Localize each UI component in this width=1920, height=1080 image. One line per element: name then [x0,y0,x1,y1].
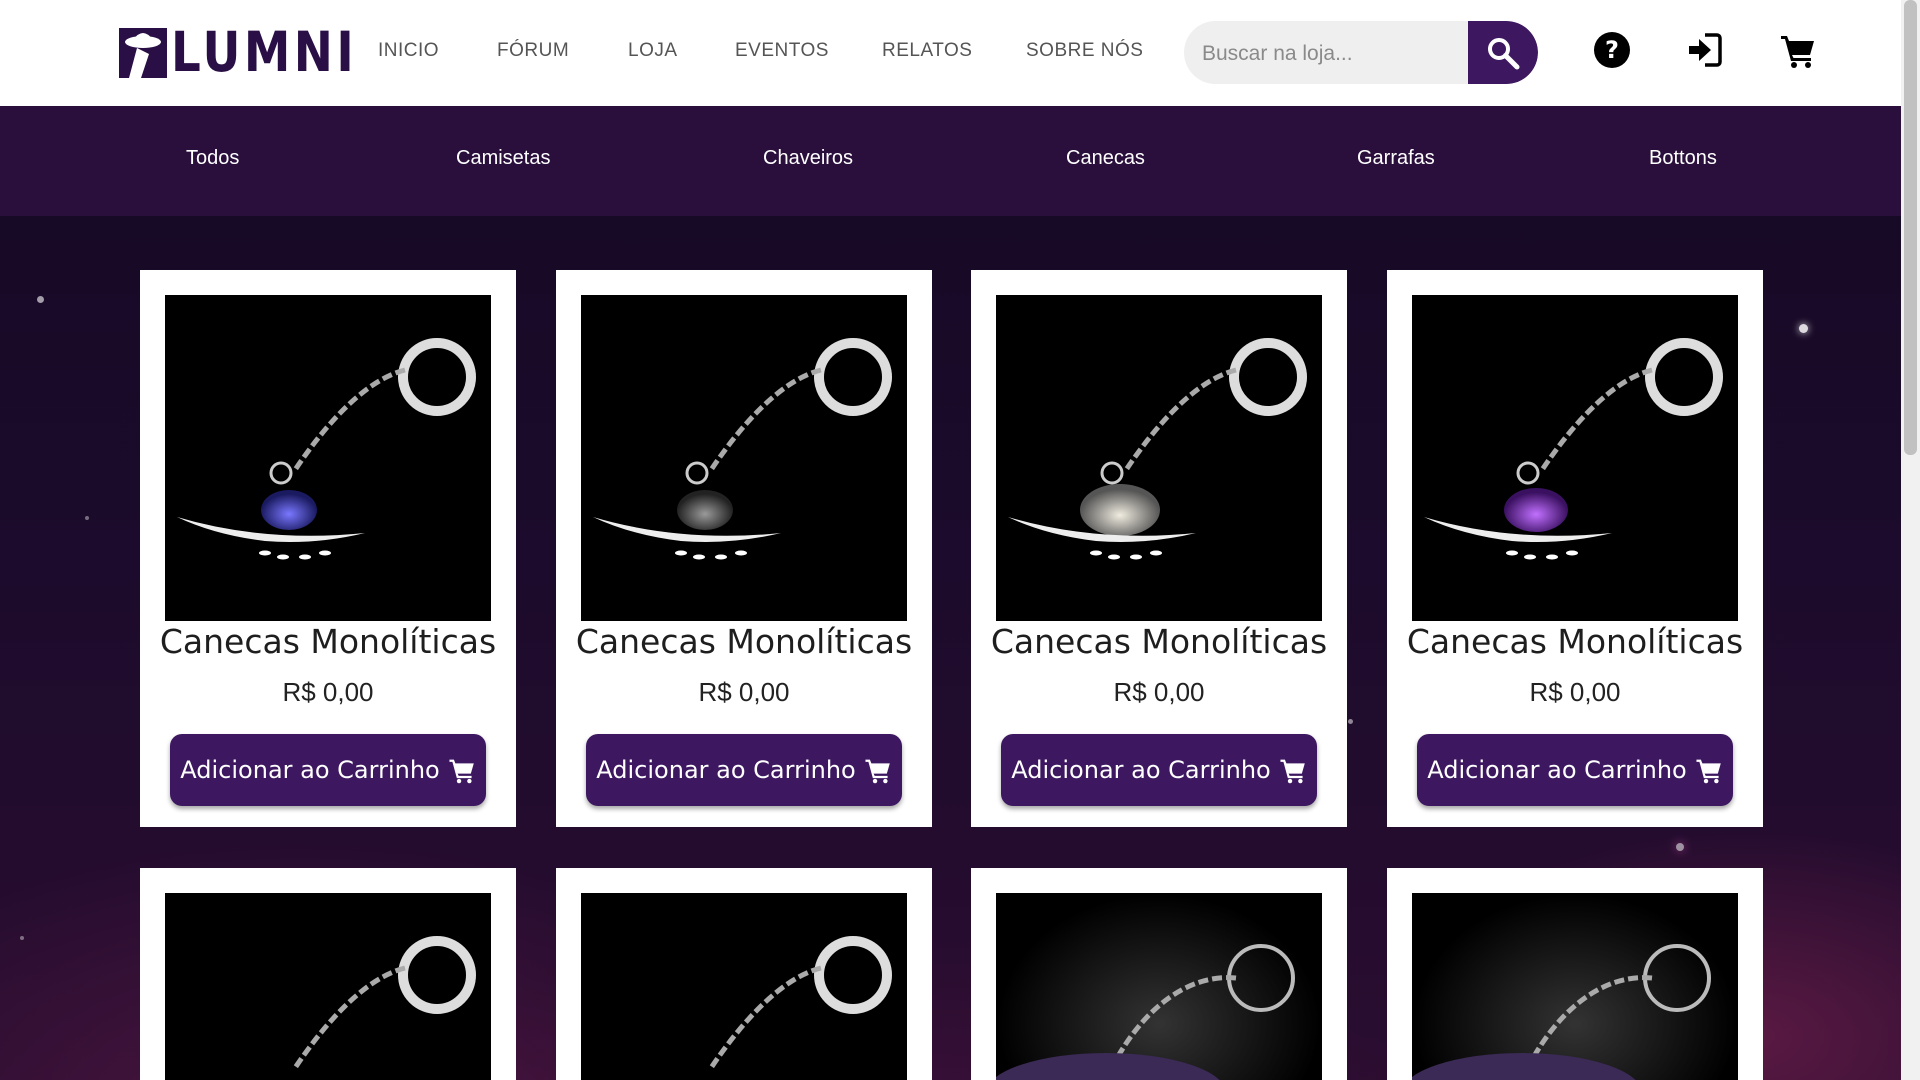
star [85,516,89,520]
cart-icon [449,759,474,784]
star [1676,843,1684,851]
product-image[interactable] [1412,295,1738,621]
cart-button[interactable] [1778,30,1818,70]
brand-name: LUMNI [171,20,358,84]
cart-icon [865,759,890,784]
product-price: R$ 0,00 [698,677,790,707]
star [37,296,44,303]
product-card [971,868,1347,1080]
product-image[interactable] [581,893,907,1080]
ufo-keychain-image [1008,338,1307,560]
product-name: Canecas Monolíticas [575,622,913,661]
add-to-cart-button[interactable]: Adicionar ao Carrinho [1417,734,1733,806]
product-image[interactable] [996,295,1322,621]
ufo-keychain-image [292,936,476,1070]
product-name: Canecas Monolíticas [990,622,1328,661]
add-to-cart-button[interactable]: Adicionar ao Carrinho [170,734,486,806]
add-to-cart-button[interactable]: Adicionar ao Carrinho [1001,734,1317,806]
category-chaveiros[interactable]: Chaveiros [763,147,853,170]
add-to-cart-button[interactable]: Adicionar ao Carrinho [586,734,902,806]
ufo-logo-icon [119,28,167,78]
product-card: Canecas Monolíticas R$ 0,00 Adicionar ao… [140,270,516,827]
scrollbar-thumb[interactable] [1904,0,1917,455]
login-button[interactable] [1684,30,1724,70]
cart-icon [1781,36,1814,68]
nav-loja[interactable]: LOJA [628,40,678,62]
category-bottons[interactable]: Bottons [1649,147,1717,170]
ufo-keychain-image [996,944,1295,1080]
ufo-keychain-image [708,936,892,1070]
product-price: R$ 0,00 [1113,677,1205,707]
nav-inicio[interactable]: INICIO [378,40,439,62]
ufo-keychain-image [1412,944,1711,1080]
search-button[interactable] [1468,21,1538,84]
add-to-cart-label: Adicionar ao Carrinho [1427,756,1687,784]
ufo-keychain-image [177,338,476,560]
search-box [1184,21,1538,84]
product-name: Canecas Monolíticas [1406,622,1744,661]
product-image[interactable] [996,893,1322,1080]
cart-icon [1696,759,1721,784]
product-price: R$ 0,00 [282,677,374,707]
site-header: LUMNI INICIO FÓRUM LOJA EVENTOS RELATOS … [0,0,1901,106]
product-card: Canecas Monolíticas R$ 0,00 Adicionar ao… [971,270,1347,827]
product-card [1387,868,1763,1080]
help-icon: ? [1594,32,1630,68]
star [20,936,24,940]
nav-eventos[interactable]: EVENTOS [735,40,829,62]
product-name: Canecas Monolíticas [159,622,497,661]
star [1799,324,1808,333]
vertical-scrollbar[interactable] [1901,0,1920,1080]
page: LUMNI INICIO FÓRUM LOJA EVENTOS RELATOS … [0,0,1901,1080]
product-card: Canecas Monolíticas R$ 0,00 Adicionar ao… [1387,270,1763,827]
ufo-keychain-image [1424,338,1723,560]
nav-forum[interactable]: FÓRUM [497,40,569,62]
product-image[interactable] [165,893,491,1080]
product-card [140,868,516,1080]
product-card [556,868,932,1080]
category-camisetas[interactable]: Camisetas [456,147,550,170]
brand-logo[interactable]: LUMNI [119,24,354,80]
category-garrafas[interactable]: Garrafas [1357,147,1435,170]
nav-relatos[interactable]: RELATOS [882,40,972,62]
nav-sobre-nos[interactable]: SOBRE NÓS [1026,40,1143,62]
ufo-keychain-image [593,338,892,560]
add-to-cart-label: Adicionar ao Carrinho [596,756,856,784]
login-icon [1689,33,1722,67]
product-card: Canecas Monolíticas R$ 0,00 Adicionar ao… [556,270,932,827]
search-icon [1488,37,1520,69]
category-todos[interactable]: Todos [186,147,239,170]
cart-icon [1280,759,1305,784]
product-image[interactable] [581,295,907,621]
product-image[interactable] [165,295,491,621]
star [1348,719,1353,724]
product-image[interactable] [1412,893,1738,1080]
svg-text:?: ? [1605,36,1619,64]
category-canecas[interactable]: Canecas [1066,147,1145,170]
help-button[interactable]: ? [1592,30,1632,70]
search-input[interactable] [1200,21,1464,84]
product-price: R$ 0,00 [1529,677,1621,707]
category-bar: Todos Camisetas Chaveiros Canecas Garraf… [0,106,1901,216]
add-to-cart-label: Adicionar ao Carrinho [1011,756,1271,784]
add-to-cart-label: Adicionar ao Carrinho [180,756,440,784]
